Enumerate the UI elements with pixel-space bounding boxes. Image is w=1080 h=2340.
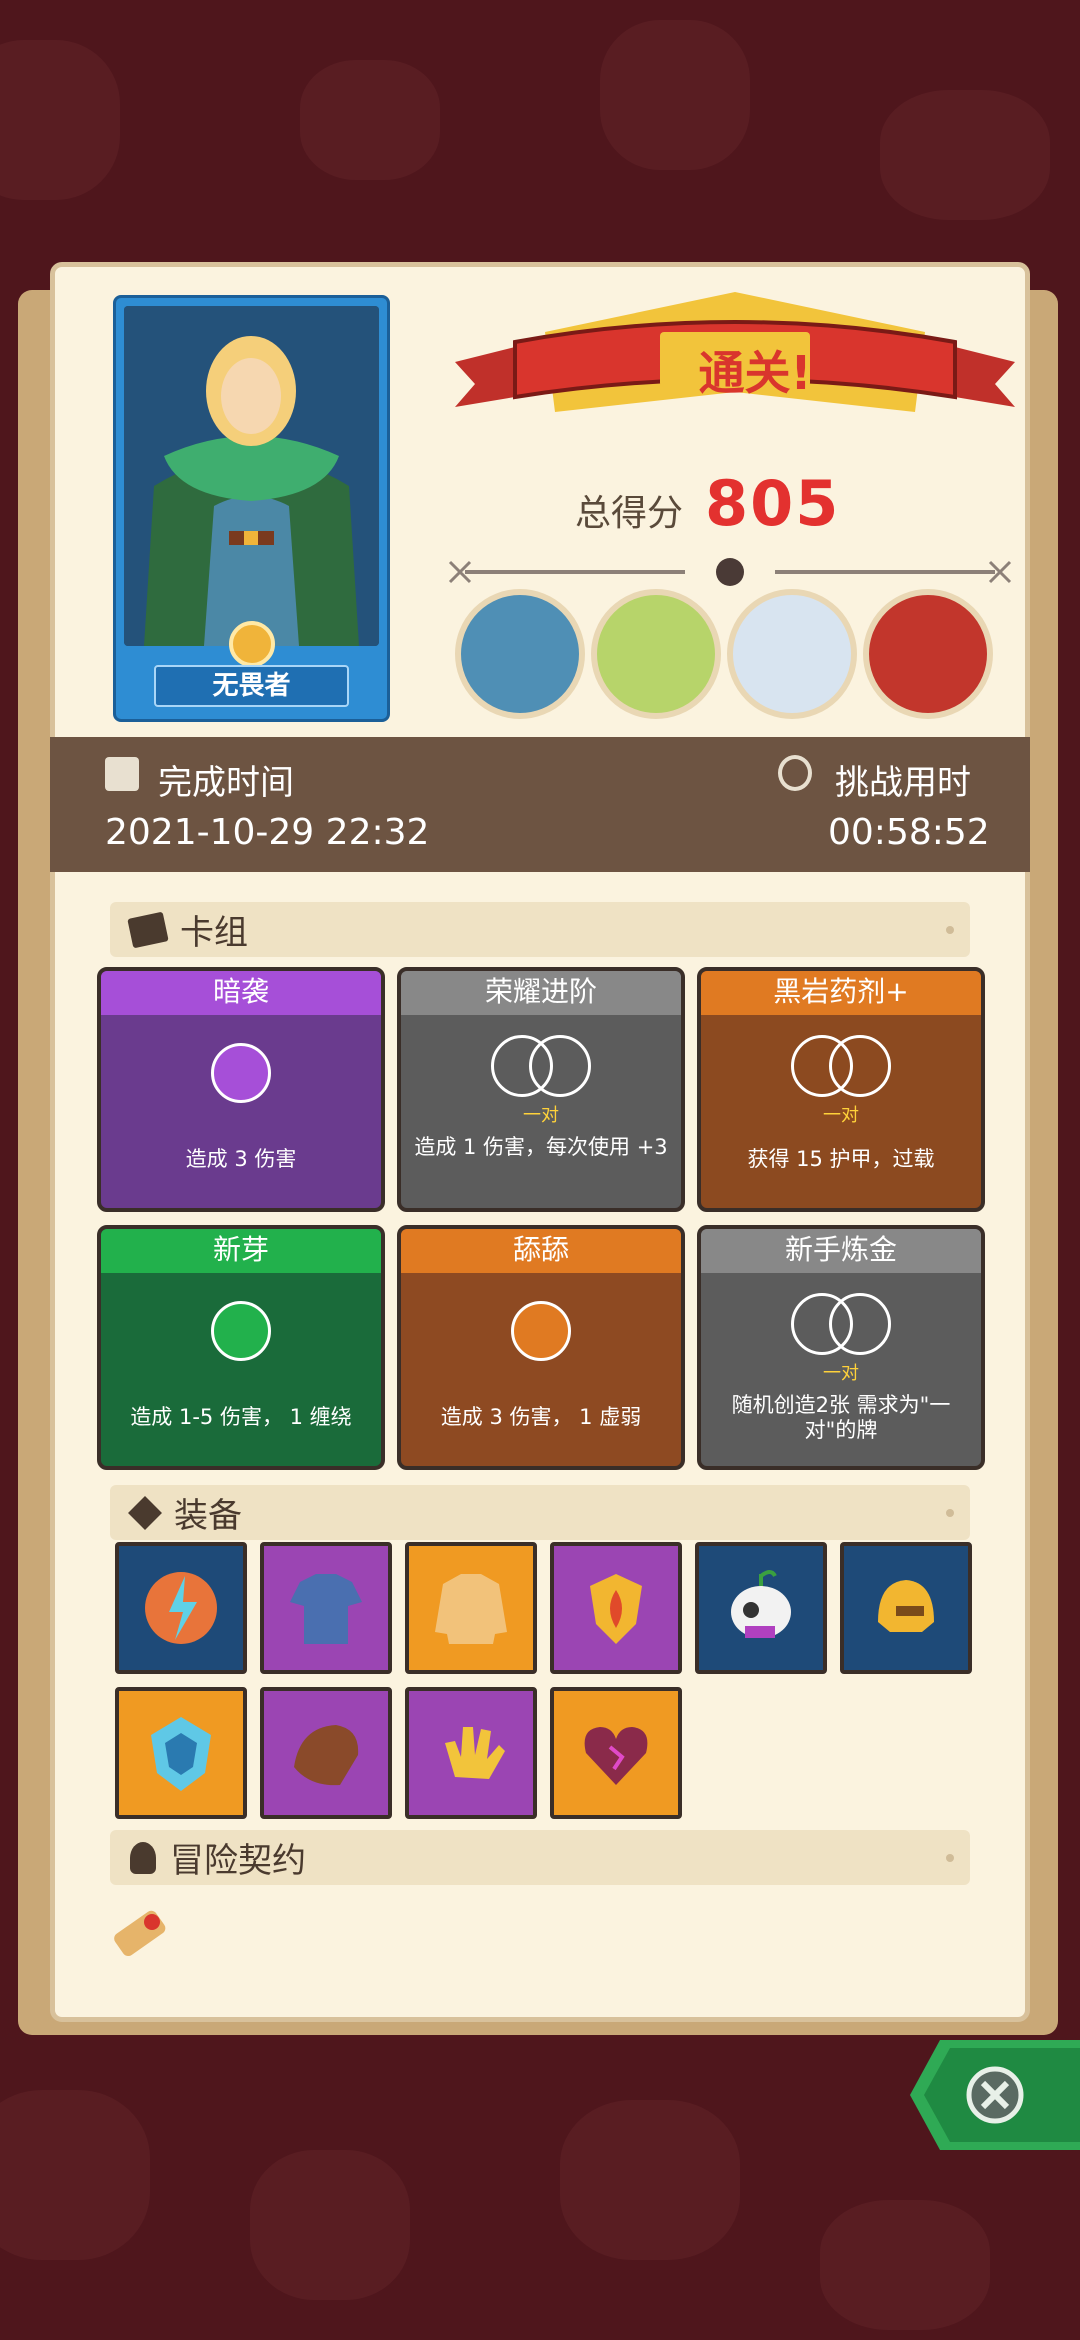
sweater-icon[interactable] [405,1542,537,1674]
leather-pauldron-icon[interactable] [260,1687,392,1819]
medal-icon [228,621,275,667]
pair-icon [791,1035,891,1097]
deck-header: 卡组 [110,902,970,957]
boss-portrait-2[interactable] [591,589,721,719]
card-anxi[interactable]: 暗袭 造成 3 伤害 [97,967,385,1212]
seed-icon [211,1301,271,1361]
pawn-icon [130,1841,156,1874]
card-heiyan[interactable]: 黑岩药剂+ 一对 获得 15 护甲，过载 [697,967,985,1212]
stopwatch-icon [778,755,812,791]
boss-portrait-3[interactable] [727,589,857,719]
grape-icon [211,1043,271,1103]
card-tiantian[interactable]: 舔舔 造成 3 伤害， 1 虚弱 [397,1225,685,1470]
flame-icon [511,1301,571,1361]
hero-name: 无畏者 [154,665,349,707]
challenge-time-value: 00:58:52 [828,812,990,853]
tunic-icon[interactable] [260,1542,392,1674]
ice-crest-icon[interactable] [115,1687,247,1819]
ornament-divider [448,558,1012,586]
deck-title: 卡组 [180,913,248,953]
contract-header: 冒险契约 [110,1830,970,1885]
thorn-heart-icon[interactable] [550,1687,682,1819]
pair-icon [791,1293,891,1355]
flame-shield-icon[interactable] [550,1542,682,1674]
close-button[interactable] [910,2030,1080,2160]
pair-icon [491,1035,591,1097]
card-xinya[interactable]: 新芽 造成 1-5 伤害， 1 缠绕 [97,1225,385,1470]
card-rongyao[interactable]: 荣耀进阶 一对 造成 1 伤害，每次使用 +3 [397,967,685,1212]
film-icon [105,757,139,791]
score-label: 总得分 [575,493,684,534]
cube-icon [128,1495,162,1530]
victory-text: 通关! [698,346,812,400]
lightning-orb-icon[interactable] [115,1542,247,1674]
hero-portrait [124,306,379,646]
complete-time-value: 2021-10-29 22:32 [105,812,430,853]
time-bar: 完成时间 2021-10-29 22:32 挑战用时 00:58:52 [50,737,1030,872]
challenge-time-label: 挑战用时 [835,763,971,803]
hero-card[interactable]: 无畏者 [113,295,390,722]
equipment-title: 装备 [174,1496,242,1536]
equipment-header: 装备 [110,1485,970,1540]
golden-helmet-icon[interactable] [840,1542,972,1674]
skull-sprout-icon[interactable] [695,1542,827,1674]
scroll-icon[interactable] [100,1892,180,1972]
result-panel: 无畏者 通关! 总得分 805 完成时间 2021-10-29 22:32 挑战… [50,262,1030,2022]
contract-title: 冒险契约 [170,1841,306,1881]
card-xinshou[interactable]: 新手炼金 一对 随机创造2张 需求为"一对"的牌 [697,1225,985,1470]
score-value: 805 [705,467,841,540]
golden-glove-icon[interactable] [405,1687,537,1819]
complete-time-label: 完成时间 [158,763,294,803]
cards-icon [127,911,169,948]
boss-portrait-1[interactable] [455,589,585,719]
boss-portrait-4[interactable] [863,589,993,719]
